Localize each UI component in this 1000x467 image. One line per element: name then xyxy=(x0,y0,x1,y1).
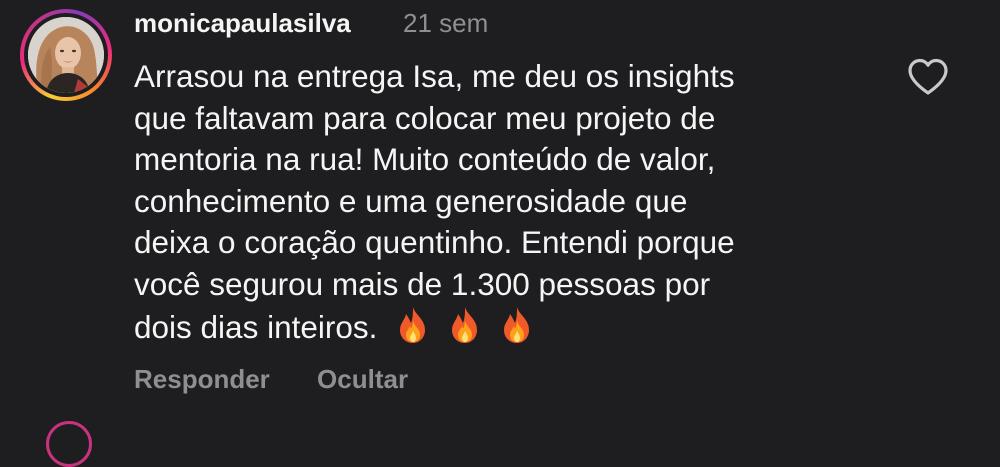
story-ring[interactable] xyxy=(20,9,112,101)
comment-actions: Responder Ocultar xyxy=(134,364,448,395)
comment-text: Arrasou na entrega Isa, me deu os insigh… xyxy=(134,56,854,349)
comment-line: deixa o coração quentinho. Entendi porqu… xyxy=(134,224,735,260)
comment-line: que faltavam para colocar meu projeto de xyxy=(134,99,716,136)
heart-outline-icon xyxy=(908,58,948,95)
comment-line: Arrasou na entrega Isa, me deu os insigh… xyxy=(134,58,735,94)
hide-button[interactable]: Ocultar xyxy=(317,364,408,395)
like-button[interactable] xyxy=(906,57,950,97)
comment-item: monicapaulasilva 21 sem Arrasou na entre… xyxy=(0,0,1000,467)
comment-line: conhecimento e uma generosidade que xyxy=(134,182,688,219)
comment-time: 21 sem xyxy=(403,8,489,38)
avatar[interactable] xyxy=(28,17,104,93)
username[interactable]: monicapaulasilva xyxy=(134,8,351,39)
avatar-photo xyxy=(28,17,104,93)
reply-button[interactable]: Responder xyxy=(134,364,270,395)
next-comment-avatar[interactable] xyxy=(46,421,92,467)
fire-emoji-icon xyxy=(443,305,487,345)
fire-emoji-icon xyxy=(495,305,539,345)
comment-line: dois dias inteiros. xyxy=(134,309,378,345)
comment-line: você segurou mais de 1.300 pessoas por xyxy=(134,265,711,302)
comment-line: mentoria na rua! Muito conteúdo de valor… xyxy=(134,141,716,177)
fire-emoji-icon xyxy=(391,305,435,345)
